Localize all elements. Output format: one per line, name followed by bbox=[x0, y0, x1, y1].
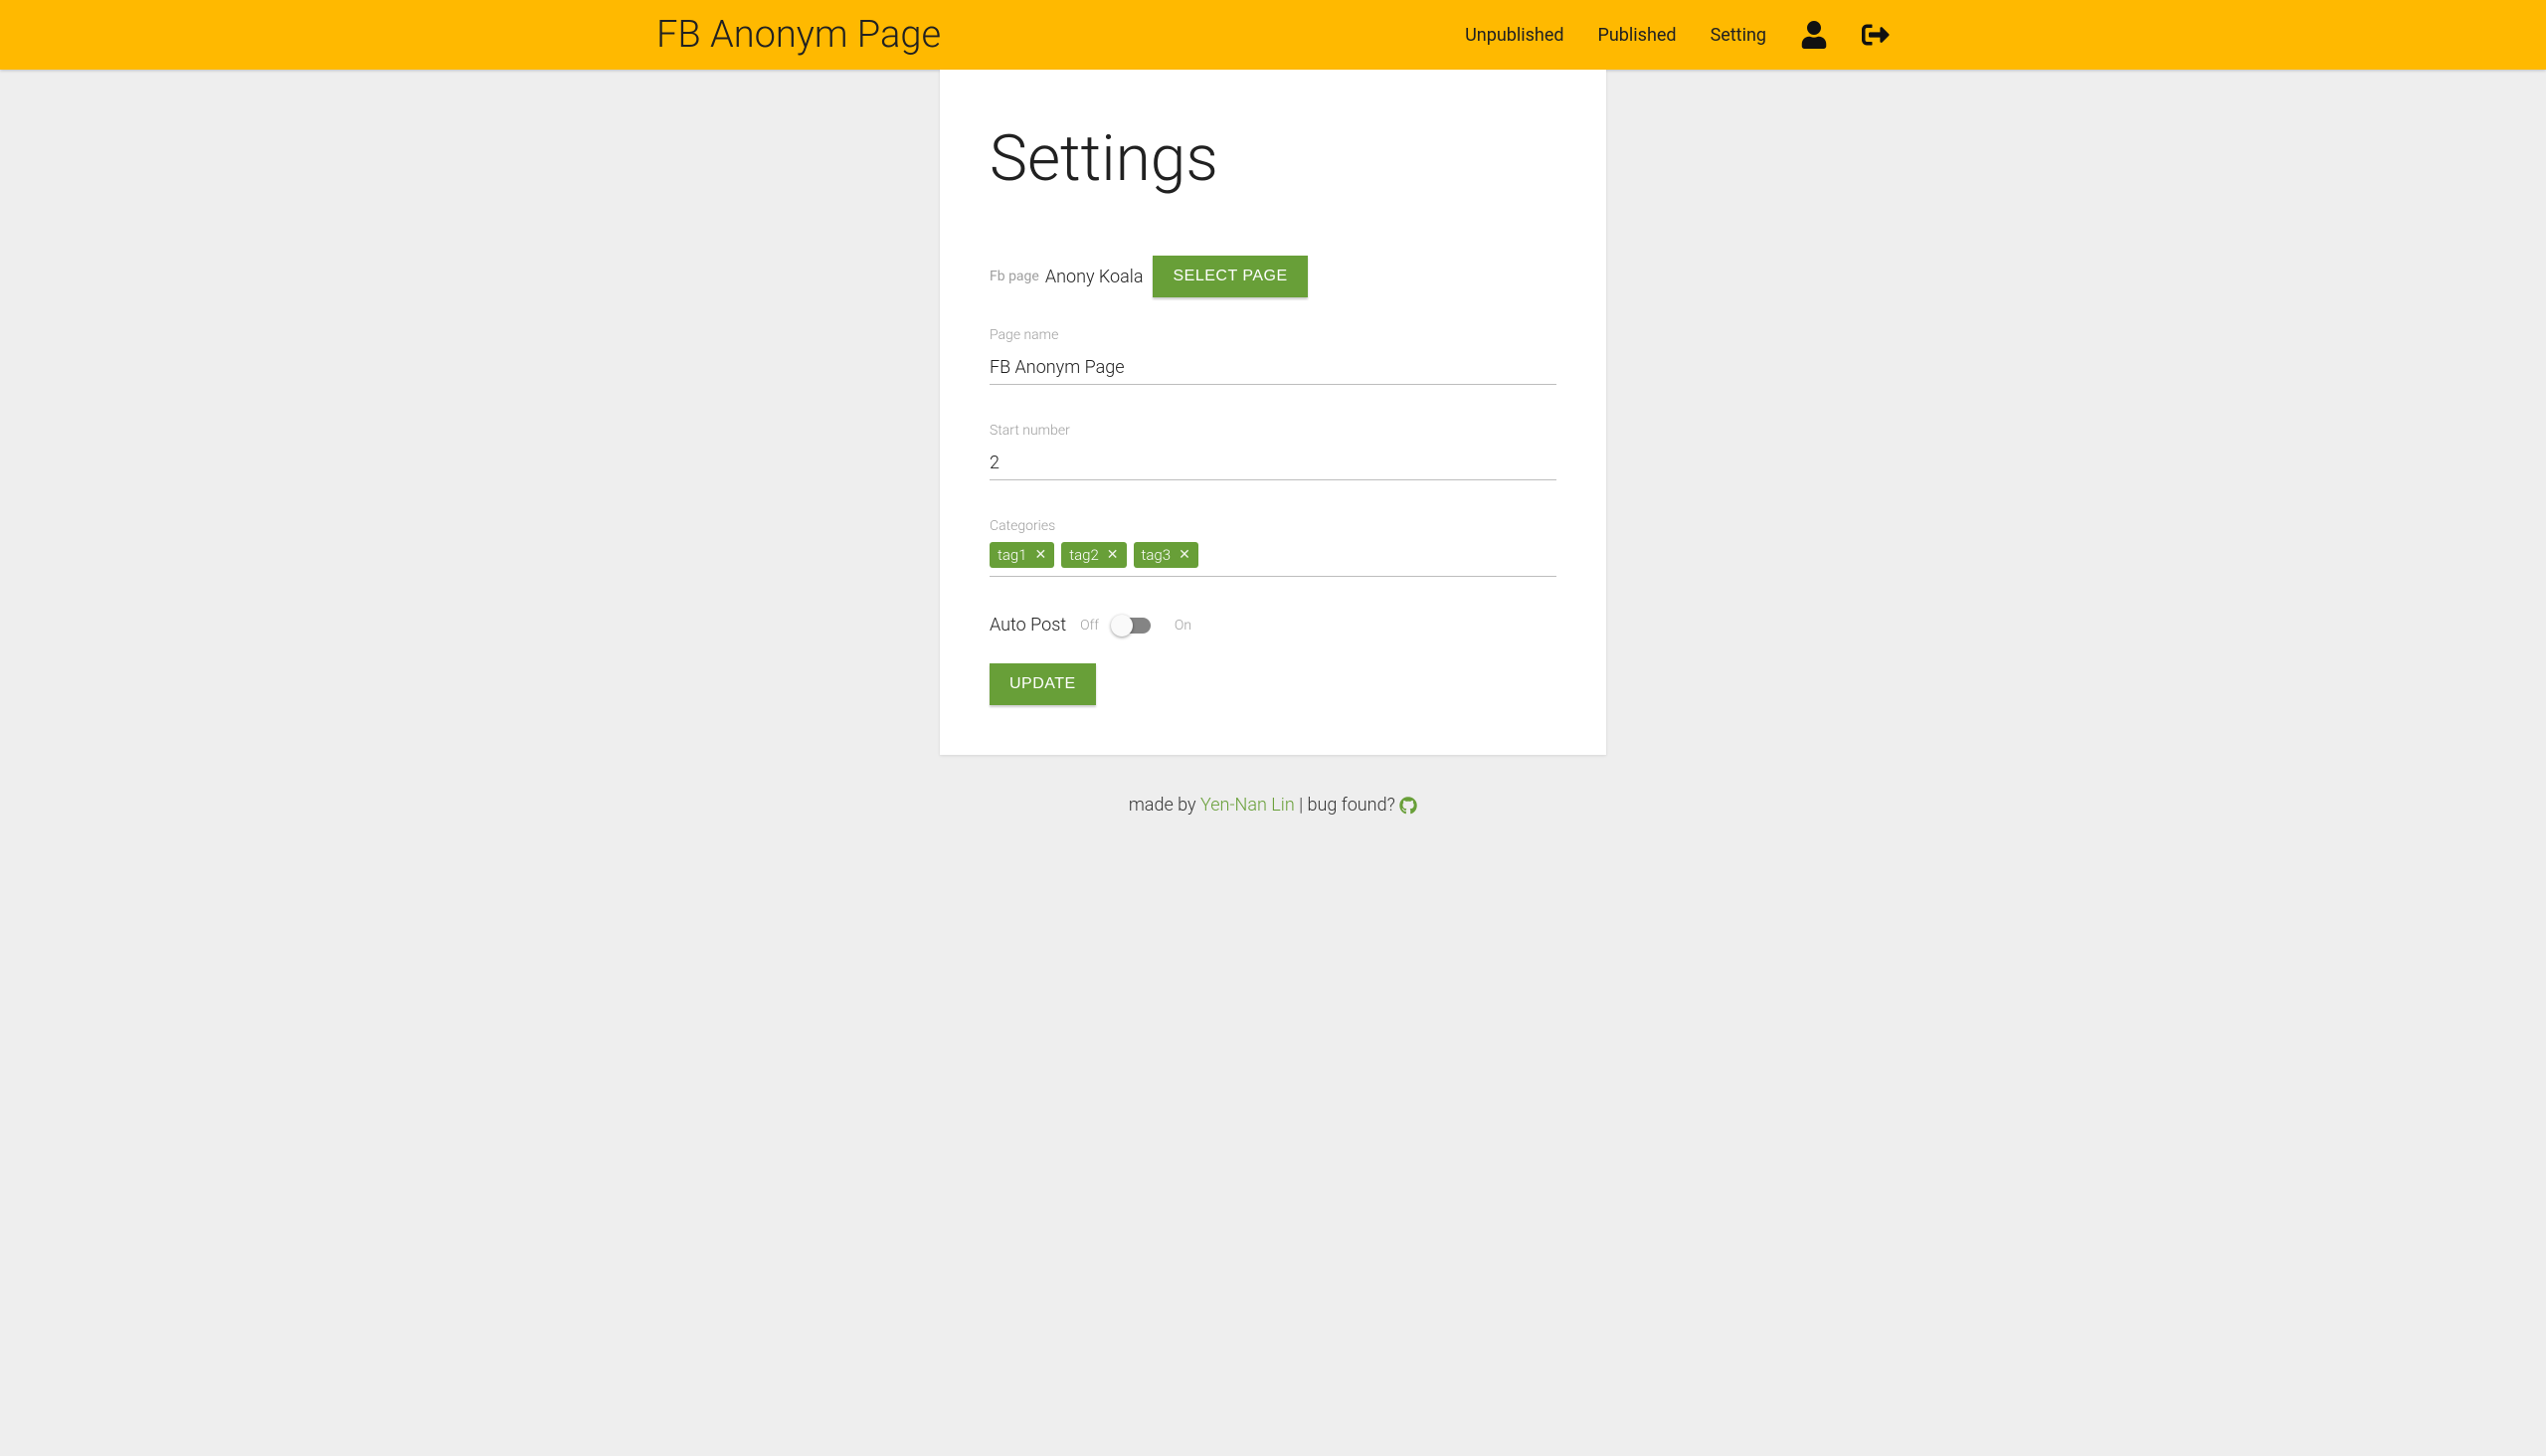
tag-label: tag2 bbox=[1069, 546, 1099, 564]
tag-label: tag3 bbox=[1142, 546, 1172, 564]
auto-post-on-label: On bbox=[1175, 618, 1191, 634]
tag-remove-icon[interactable]: ✕ bbox=[1179, 547, 1190, 563]
tag: tag3 ✕ bbox=[1134, 542, 1198, 568]
footer-author-link[interactable]: Yen-Nan Lin bbox=[1200, 795, 1295, 816]
tag: tag1 ✕ bbox=[990, 542, 1054, 568]
footer-suffix: | bug found? bbox=[1295, 795, 1399, 816]
page-name-group: Page name bbox=[990, 327, 1556, 385]
select-page-button[interactable]: Select Page bbox=[1153, 256, 1307, 297]
tag: tag2 ✕ bbox=[1061, 542, 1126, 568]
start-number-label: Start number bbox=[990, 423, 1556, 439]
fb-page-label: Fb page bbox=[990, 269, 1039, 284]
user-icon[interactable] bbox=[1800, 21, 1828, 49]
tag-remove-icon[interactable]: ✕ bbox=[1035, 547, 1047, 563]
tag-label: tag1 bbox=[998, 546, 1027, 564]
fb-page-row: Fb page Anony Koala Select Page bbox=[990, 256, 1556, 297]
page-name-input[interactable] bbox=[990, 351, 1556, 385]
auto-post-row: Auto Post Off On bbox=[990, 615, 1556, 636]
footer: made by Yen-Nan Lin | bug found? bbox=[0, 755, 2546, 835]
categories-tags[interactable]: tag1 ✕ tag2 ✕ tag3 ✕ bbox=[990, 542, 1556, 577]
auto-post-toggle[interactable] bbox=[1113, 618, 1151, 634]
nav-published[interactable]: Published bbox=[1598, 25, 1677, 46]
start-number-input[interactable] bbox=[990, 447, 1556, 480]
brand-title[interactable]: FB Anonym Page bbox=[656, 13, 941, 57]
footer-prefix: made by bbox=[1129, 795, 1200, 816]
tag-remove-icon[interactable]: ✕ bbox=[1107, 547, 1119, 563]
nav-setting[interactable]: Setting bbox=[1711, 25, 1766, 46]
app-header: FB Anonym Page Unpublished Published Set… bbox=[0, 0, 2546, 70]
fb-page-value: Anony Koala bbox=[1045, 267, 1144, 287]
settings-card: Settings Fb page Anony Koala Select Page… bbox=[940, 70, 1606, 755]
categories-label: Categories bbox=[990, 518, 1556, 534]
main-nav: Unpublished Published Setting bbox=[1465, 21, 1890, 49]
page-title: Settings bbox=[990, 121, 1556, 196]
logout-icon[interactable] bbox=[1862, 21, 1890, 49]
page-name-label: Page name bbox=[990, 327, 1556, 343]
toggle-thumb bbox=[1111, 615, 1133, 637]
categories-group: Categories tag1 ✕ tag2 ✕ tag3 ✕ bbox=[990, 518, 1556, 577]
start-number-group: Start number bbox=[990, 423, 1556, 480]
nav-unpublished[interactable]: Unpublished bbox=[1465, 25, 1563, 46]
auto-post-label: Auto Post bbox=[990, 615, 1066, 636]
github-icon[interactable] bbox=[1399, 797, 1417, 815]
update-button[interactable]: Update bbox=[990, 663, 1096, 705]
auto-post-off-label: Off bbox=[1080, 618, 1099, 634]
